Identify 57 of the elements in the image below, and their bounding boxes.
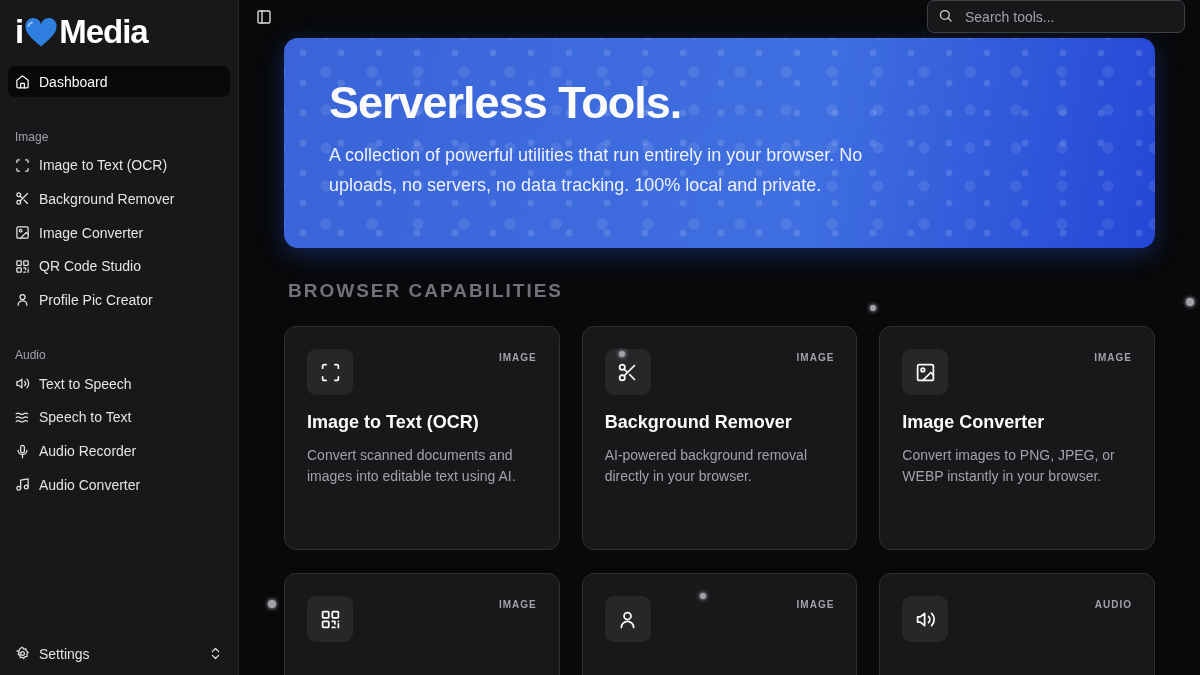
hero-text: A collection of powerful utilities that run entirely in your browser. No uploads, no servers, no data tracking. 100% local and private.: [329, 144, 864, 197]
image-icon: [15, 225, 30, 241]
category-label: IMAGE: [498, 352, 537, 363]
logo-text: i: [15, 13, 24, 51]
microphone-icon: [15, 443, 30, 459]
section-label: Image: [14, 128, 50, 146]
settings-icon: [15, 646, 30, 661]
glow-dot: [619, 351, 625, 357]
sidebar-item[interactable]: Background Remover: [8, 183, 230, 215]
card-title: Image Converter: [902, 412, 1046, 433]
tool-card[interactable]: IMAGE: [581, 573, 858, 675]
scan-icon: [319, 361, 341, 383]
tool-card[interactable]: IMAGE: [284, 573, 560, 675]
sidebar-item[interactable]: Audio Recorder: [8, 435, 230, 467]
image-icon: [914, 361, 936, 383]
category-label: IMAGE: [796, 599, 835, 610]
glow-dot: [268, 600, 276, 608]
tool-card[interactable]: IMAGE Background Remover AI-powered background removal directly in your browser.: [581, 326, 858, 550]
sidebar-item[interactable]: Audio Converter: [8, 469, 230, 501]
user-icon: [15, 292, 30, 308]
category-label: IMAGE: [498, 599, 537, 610]
tool-card[interactable]: AUDIO: [879, 573, 1155, 675]
card-title: Image to Text (OCR): [307, 412, 480, 433]
section-label: Audio: [14, 347, 47, 365]
waves-icon: [15, 409, 30, 425]
hero-title: Serverless Tools.: [329, 80, 683, 125]
heart-icon: [24, 16, 59, 48]
settings-button[interactable]: Settings: [8, 638, 230, 669]
tool-card[interactable]: IMAGE Image Converter Convert images to PNG, JPEG, or WEBP instantly in your browser.: [879, 326, 1155, 550]
qr-code-icon: [15, 258, 30, 274]
sidebar-item[interactable]: Image to Text (OCR): [8, 149, 230, 181]
sidebar-item[interactable]: Speech to Text: [8, 401, 230, 433]
glow-dot: [1186, 298, 1194, 306]
card-description: Convert images to PNG, JPEG, or WEBP instantly in your browser.: [902, 446, 1116, 486]
category-label: IMAGE: [796, 352, 835, 363]
card-description: Convert scanned documents and images into editable text using AI.: [307, 446, 517, 486]
category-label: IMAGE: [1094, 352, 1132, 363]
search-field[interactable]: Search tools...: [927, 0, 1185, 33]
music-note-icon: [15, 477, 30, 493]
tool-card[interactable]: IMAGE Image to Text (OCR) Convert scanned documents and images into editable text using AI.: [284, 326, 560, 550]
logo-text: Media: [59, 13, 148, 51]
home-icon: [15, 74, 30, 89]
scan-icon: [15, 157, 30, 173]
card-title: Background Remover: [604, 412, 793, 433]
category-label: AUDIO: [1094, 599, 1132, 610]
section-heading: BROWSER CAPABILITIES: [288, 280, 565, 302]
sidebar-item[interactable]: Image Converter: [8, 217, 230, 249]
search-icon: [938, 8, 953, 23]
qr-code-icon: [319, 608, 341, 630]
sidebar-item[interactable]: Dashboard: [8, 66, 230, 97]
sidebar-item[interactable]: Profile Pic Creator: [8, 284, 230, 316]
sidebar-item[interactable]: Text to Speech: [8, 368, 230, 400]
glow-dot: [700, 593, 706, 599]
glow-dot: [870, 305, 876, 311]
scissors-icon: [15, 191, 30, 207]
sidebar-item[interactable]: QR Code Studio: [8, 250, 230, 282]
card-description: AI-powered background removal directly in your browser.: [604, 446, 808, 486]
